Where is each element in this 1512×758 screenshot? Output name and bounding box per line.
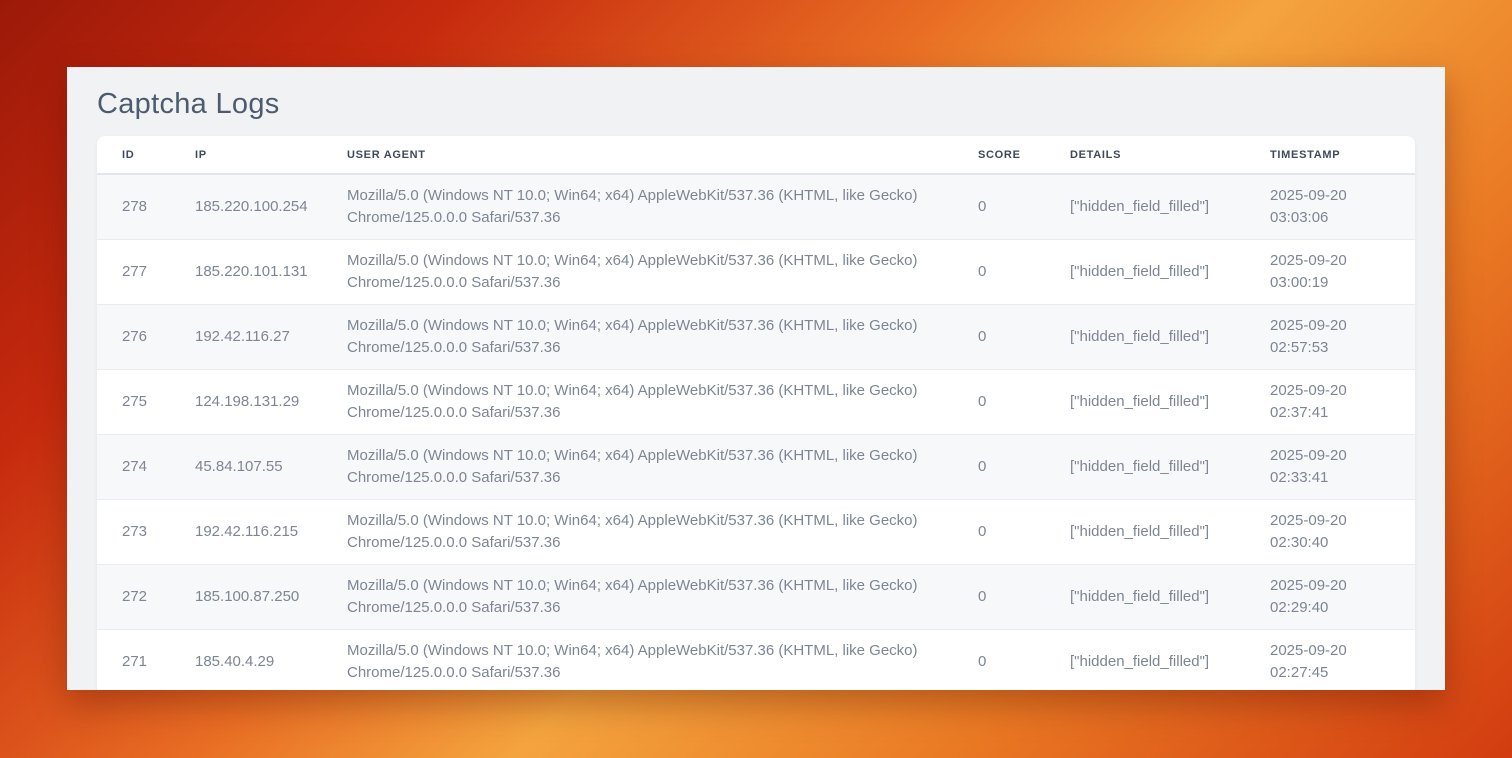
cell-timestamp: 2025-09-20 02:57:53: [1245, 305, 1415, 370]
cell-user-agent: Mozilla/5.0 (Windows NT 10.0; Win64; x64…: [322, 500, 953, 565]
cell-timestamp: 2025-09-20 03:03:06: [1245, 174, 1415, 240]
captcha-logs-table: ID IP USER AGENT SCORE DETAILS TIMESTAMP…: [97, 136, 1415, 690]
column-header-details: DETAILS: [1045, 136, 1245, 174]
cell-details: ["hidden_field_filled"]: [1045, 174, 1245, 240]
cell-timestamp: 2025-09-20 02:30:40: [1245, 500, 1415, 565]
logs-table-container: ID IP USER AGENT SCORE DETAILS TIMESTAMP…: [97, 136, 1415, 690]
cell-id: 277: [97, 240, 170, 305]
cell-score: 0: [953, 174, 1045, 240]
cell-ip: 185.40.4.29: [170, 630, 322, 691]
cell-ip: 192.42.116.27: [170, 305, 322, 370]
cell-id: 278: [97, 174, 170, 240]
cell-details: ["hidden_field_filled"]: [1045, 435, 1245, 500]
table-row: 278 185.220.100.254 Mozilla/5.0 (Windows…: [97, 174, 1415, 240]
table-header: ID IP USER AGENT SCORE DETAILS TIMESTAMP: [97, 136, 1415, 174]
cell-ip: 185.220.101.131: [170, 240, 322, 305]
page-title: Captcha Logs: [97, 88, 1415, 121]
cell-score: 0: [953, 630, 1045, 691]
cell-id: 274: [97, 435, 170, 500]
cell-id: 272: [97, 565, 170, 630]
captcha-logs-card: Captcha Logs ID IP USER AGENT SCORE DETA…: [67, 67, 1445, 690]
cell-score: 0: [953, 305, 1045, 370]
cell-timestamp: 2025-09-20 02:27:45: [1245, 630, 1415, 691]
column-header-timestamp: TIMESTAMP: [1245, 136, 1415, 174]
cell-score: 0: [953, 240, 1045, 305]
cell-ip: 185.220.100.254: [170, 174, 322, 240]
cell-user-agent: Mozilla/5.0 (Windows NT 10.0; Win64; x64…: [322, 305, 953, 370]
table-row: 274 45.84.107.55 Mozilla/5.0 (Windows NT…: [97, 435, 1415, 500]
cell-user-agent: Mozilla/5.0 (Windows NT 10.0; Win64; x64…: [322, 370, 953, 435]
cell-id: 273: [97, 500, 170, 565]
cell-timestamp: 2025-09-20 02:37:41: [1245, 370, 1415, 435]
cell-timestamp: 2025-09-20 02:33:41: [1245, 435, 1415, 500]
cell-id: 271: [97, 630, 170, 691]
cell-user-agent: Mozilla/5.0 (Windows NT 10.0; Win64; x64…: [322, 630, 953, 691]
table-row: 271 185.40.4.29 Mozilla/5.0 (Windows NT …: [97, 630, 1415, 691]
table-row: 277 185.220.101.131 Mozilla/5.0 (Windows…: [97, 240, 1415, 305]
cell-timestamp: 2025-09-20 03:00:19: [1245, 240, 1415, 305]
cell-score: 0: [953, 500, 1045, 565]
column-header-user-agent: USER AGENT: [322, 136, 953, 174]
card-header: Captcha Logs: [67, 67, 1445, 136]
cell-score: 0: [953, 370, 1045, 435]
cell-score: 0: [953, 565, 1045, 630]
cell-id: 275: [97, 370, 170, 435]
cell-details: ["hidden_field_filled"]: [1045, 240, 1245, 305]
cell-user-agent: Mozilla/5.0 (Windows NT 10.0; Win64; x64…: [322, 240, 953, 305]
cell-ip: 185.100.87.250: [170, 565, 322, 630]
cell-user-agent: Mozilla/5.0 (Windows NT 10.0; Win64; x64…: [322, 565, 953, 630]
cell-user-agent: Mozilla/5.0 (Windows NT 10.0; Win64; x64…: [322, 435, 953, 500]
cell-details: ["hidden_field_filled"]: [1045, 500, 1245, 565]
table-row: 275 124.198.131.29 Mozilla/5.0 (Windows …: [97, 370, 1415, 435]
cell-ip: 124.198.131.29: [170, 370, 322, 435]
cell-details: ["hidden_field_filled"]: [1045, 305, 1245, 370]
cell-score: 0: [953, 435, 1045, 500]
table-row: 272 185.100.87.250 Mozilla/5.0 (Windows …: [97, 565, 1415, 630]
cell-details: ["hidden_field_filled"]: [1045, 370, 1245, 435]
cell-id: 276: [97, 305, 170, 370]
cell-details: ["hidden_field_filled"]: [1045, 565, 1245, 630]
page-background: { "page": { "title": "Captcha Logs" }, "…: [0, 0, 1512, 758]
table-row: 273 192.42.116.215 Mozilla/5.0 (Windows …: [97, 500, 1415, 565]
cell-ip: 192.42.116.215: [170, 500, 322, 565]
table-body: 278 185.220.100.254 Mozilla/5.0 (Windows…: [97, 174, 1415, 690]
cell-user-agent: Mozilla/5.0 (Windows NT 10.0; Win64; x64…: [322, 174, 953, 240]
table-row: 276 192.42.116.27 Mozilla/5.0 (Windows N…: [97, 305, 1415, 370]
cell-details: ["hidden_field_filled"]: [1045, 630, 1245, 691]
table-header-row: ID IP USER AGENT SCORE DETAILS TIMESTAMP: [97, 136, 1415, 174]
column-header-id: ID: [97, 136, 170, 174]
cell-timestamp: 2025-09-20 02:29:40: [1245, 565, 1415, 630]
column-header-ip: IP: [170, 136, 322, 174]
cell-ip: 45.84.107.55: [170, 435, 322, 500]
column-header-score: SCORE: [953, 136, 1045, 174]
